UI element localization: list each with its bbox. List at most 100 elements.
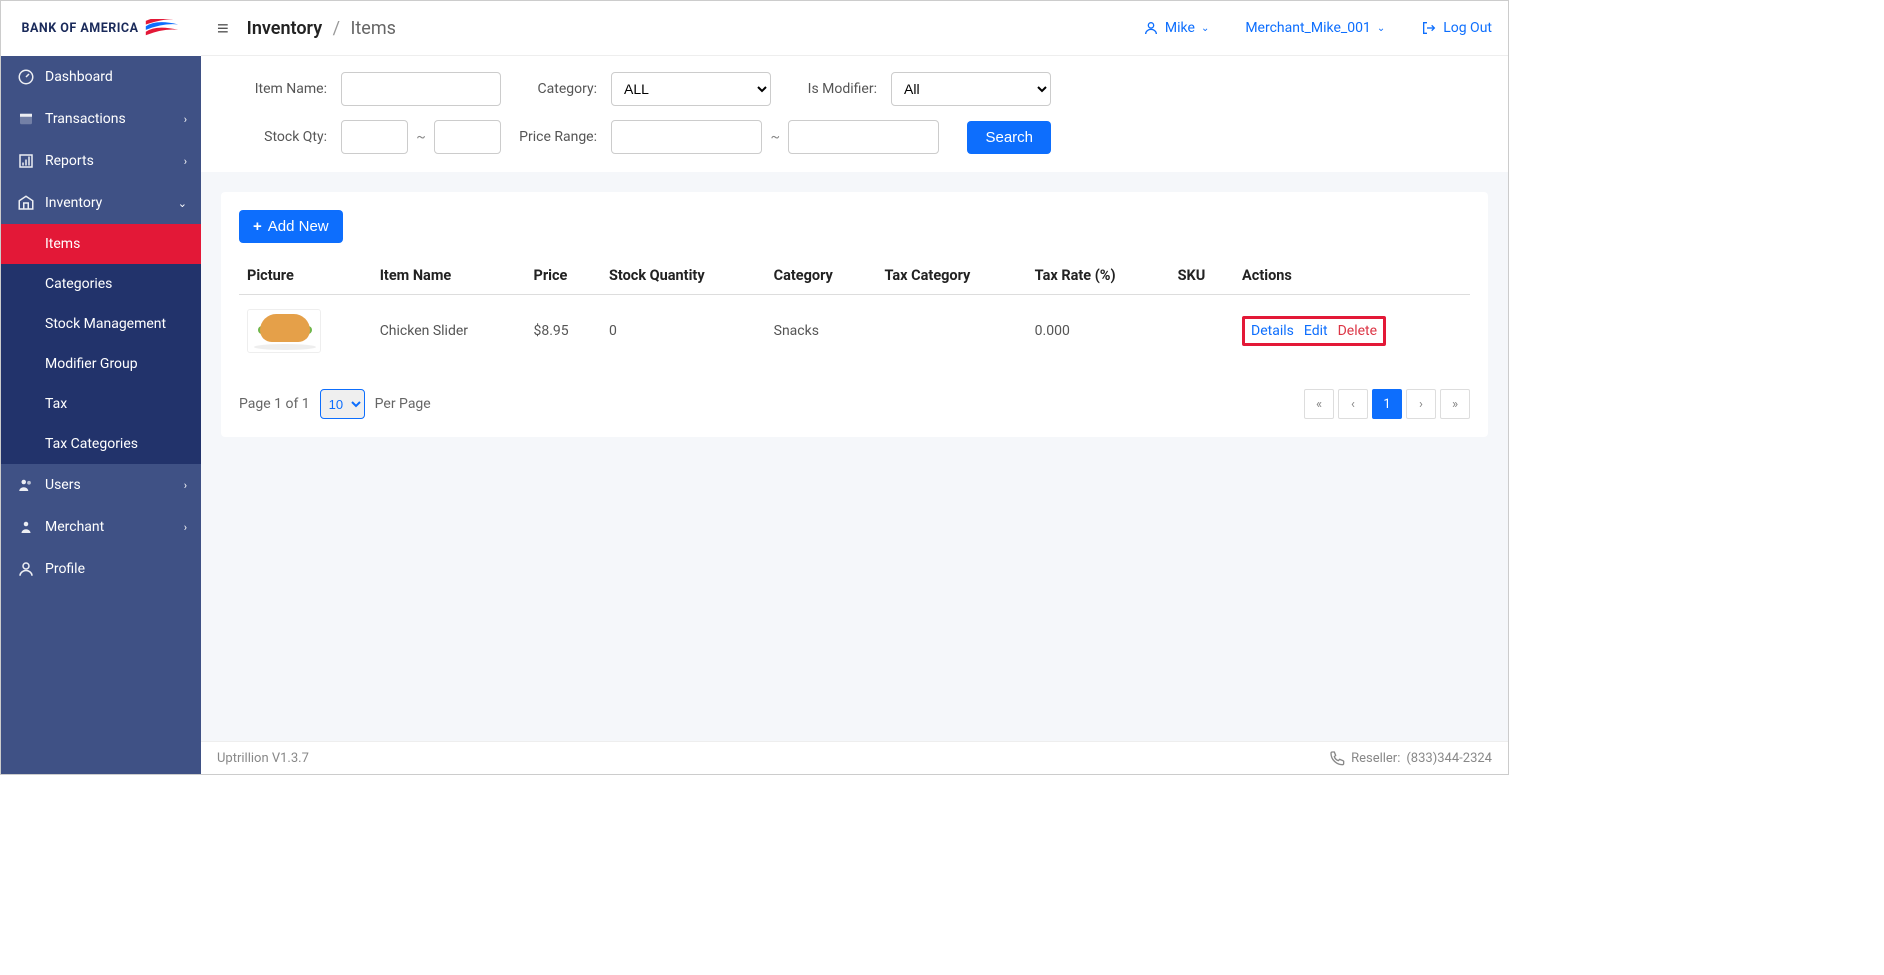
- dashboard-icon: [17, 68, 35, 86]
- cell-tax-rate: 0.000: [1027, 295, 1170, 368]
- inventory-icon: [17, 194, 35, 212]
- subnav-modifier-group[interactable]: Modifier Group: [1, 344, 201, 384]
- transactions-icon: [17, 110, 35, 128]
- sidebar-item-label: Dashboard: [45, 69, 113, 85]
- cell-stock-qty: 0: [601, 295, 766, 368]
- edit-link[interactable]: Edit: [1304, 323, 1328, 339]
- price-range-label: Price Range:: [511, 129, 601, 145]
- price-max-input[interactable]: [788, 120, 939, 154]
- phone-icon: [1329, 750, 1345, 766]
- cell-item-name: Chicken Slider: [372, 295, 526, 368]
- add-new-button[interactable]: + Add New: [239, 210, 343, 243]
- actions-highlight: Details Edit Delete: [1242, 316, 1386, 346]
- hamburger-icon[interactable]: ≡: [217, 16, 229, 41]
- chevron-right-icon: ›: [184, 113, 187, 126]
- sidebar-item-label: Profile: [45, 561, 85, 577]
- items-table: Picture Item Name Price Stock Quantity C…: [239, 257, 1470, 367]
- per-page-select[interactable]: 10: [320, 389, 365, 419]
- subnav-stock-management[interactable]: Stock Management: [1, 304, 201, 344]
- logo: BANK OF AMERICA: [1, 1, 201, 56]
- stock-qty-max-input[interactable]: [434, 120, 501, 154]
- category-select[interactable]: ALL: [611, 72, 771, 106]
- pagination: « ‹ 1 › »: [1304, 389, 1470, 419]
- subnav-tax-categories[interactable]: Tax Categories: [1, 424, 201, 464]
- user-icon: [1143, 20, 1159, 36]
- is-modifier-label: Is Modifier:: [781, 81, 881, 97]
- col-sku: SKU: [1170, 257, 1234, 295]
- reseller-label: Reseller:: [1351, 751, 1400, 766]
- col-actions: Actions: [1234, 257, 1470, 295]
- plus-icon: +: [253, 218, 262, 235]
- sidebar-item-label: Transactions: [45, 111, 126, 127]
- filter-bar: Item Name: Category: ALL Is Modifier: Al…: [201, 56, 1508, 172]
- main: ≡ Inventory / Items Mike ⌄ Merchant_Mike…: [201, 1, 1508, 774]
- item-thumbnail: [247, 309, 321, 353]
- subnav-items[interactable]: Items: [1, 224, 201, 264]
- delete-link[interactable]: Delete: [1338, 323, 1377, 339]
- sidebar-item-label: Reports: [45, 153, 94, 169]
- sidebar-item-merchant[interactable]: Merchant ›: [1, 506, 201, 548]
- price-min-input[interactable]: [611, 120, 762, 154]
- sidebar-item-profile[interactable]: Profile: [1, 548, 201, 590]
- col-stock-qty: Stock Quantity: [601, 257, 766, 295]
- sidebar-item-label: Inventory: [45, 195, 102, 211]
- item-name-input[interactable]: [341, 72, 501, 106]
- sidebar-item-inventory[interactable]: Inventory ⌄: [1, 182, 201, 224]
- per-page-label: Per Page: [375, 396, 431, 412]
- item-name-label: Item Name:: [221, 81, 331, 97]
- stock-qty-min-input[interactable]: [341, 120, 408, 154]
- table-footer: Page 1 of 1 10 Per Page « ‹ 1 › »: [239, 389, 1470, 419]
- range-separator: ~: [770, 129, 780, 145]
- page-next[interactable]: ›: [1406, 389, 1436, 419]
- chevron-down-icon: ⌄: [178, 197, 187, 210]
- sidebar-item-label: Merchant: [45, 519, 104, 535]
- col-price: Price: [526, 257, 601, 295]
- is-modifier-select[interactable]: All: [891, 72, 1051, 106]
- merchant-icon: [17, 518, 35, 536]
- category-label: Category:: [511, 81, 601, 97]
- cell-price: $8.95: [526, 295, 601, 368]
- items-card: + Add New Picture Item Name Price Stock …: [221, 192, 1488, 437]
- stock-qty-label: Stock Qty:: [221, 129, 331, 145]
- page-first[interactable]: «: [1304, 389, 1334, 419]
- table-row: Chicken Slider $8.95 0 Snacks 0.000 Deta…: [239, 295, 1470, 368]
- sidebar-item-transactions[interactable]: Transactions ›: [1, 98, 201, 140]
- merchant-dropdown[interactable]: Merchant_Mike_001 ⌄: [1245, 20, 1385, 36]
- version-label: Uptrillion V1.3.7: [217, 751, 309, 766]
- subnav-categories[interactable]: Categories: [1, 264, 201, 304]
- page-info: Page 1 of 1: [239, 396, 310, 412]
- sidebar: BANK OF AMERICA Dashboard Transactions ›…: [1, 1, 201, 774]
- chevron-right-icon: ›: [184, 155, 187, 168]
- cell-tax-category: [877, 295, 1027, 368]
- footer: Uptrillion V1.3.7 Reseller: (833)344-232…: [201, 741, 1508, 774]
- chevron-right-icon: ›: [184, 479, 187, 492]
- sidebar-item-reports[interactable]: Reports ›: [1, 140, 201, 182]
- reports-icon: [17, 152, 35, 170]
- search-button[interactable]: Search: [967, 121, 1051, 154]
- sidebar-item-users[interactable]: Users ›: [1, 464, 201, 506]
- profile-icon: [17, 560, 35, 578]
- chevron-down-icon: ⌄: [1377, 23, 1385, 34]
- page-prev[interactable]: ‹: [1338, 389, 1368, 419]
- range-separator: ~: [416, 129, 426, 145]
- page-1[interactable]: 1: [1372, 389, 1402, 419]
- breadcrumb-sub: Items: [351, 18, 396, 39]
- details-link[interactable]: Details: [1251, 323, 1294, 339]
- chevron-down-icon: ⌄: [1201, 23, 1209, 34]
- sidebar-item-label: Users: [45, 477, 81, 493]
- user-dropdown[interactable]: Mike ⌄: [1143, 20, 1209, 36]
- logo-flag-icon: [144, 19, 180, 39]
- sidebar-item-dashboard[interactable]: Dashboard: [1, 56, 201, 98]
- page-last[interactable]: »: [1440, 389, 1470, 419]
- chevron-right-icon: ›: [184, 521, 187, 534]
- reseller-phone: (833)344-2324: [1406, 751, 1492, 766]
- subnav-tax[interactable]: Tax: [1, 384, 201, 424]
- logo-text: BANK OF AMERICA: [22, 21, 139, 36]
- logout-icon: [1421, 20, 1437, 36]
- logout-button[interactable]: Log Out: [1421, 20, 1492, 36]
- breadcrumb: Inventory / Items: [247, 18, 396, 39]
- cell-sku: [1170, 295, 1234, 368]
- col-picture: Picture: [239, 257, 372, 295]
- breadcrumb-main: Inventory: [247, 18, 322, 39]
- users-icon: [17, 476, 35, 494]
